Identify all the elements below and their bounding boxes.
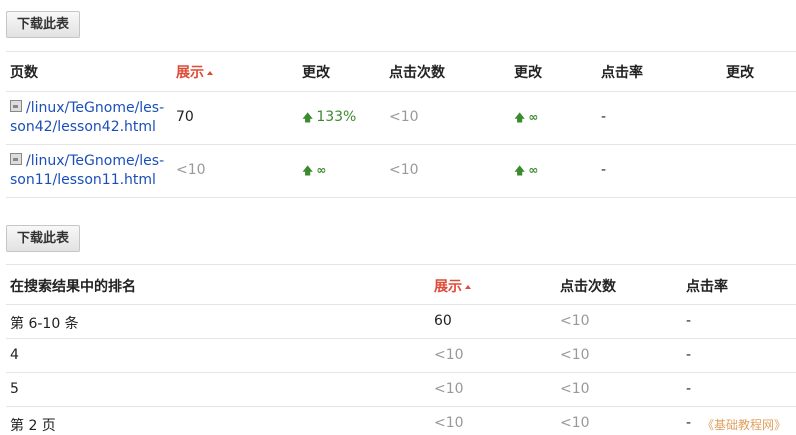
change-value: 🡅 ∞ [302,162,326,181]
clicks-value: <10 [560,313,590,329]
clicks-change-value: 🡅 ∞ [514,109,538,128]
divider [6,372,796,373]
rank-value: 4 [10,347,19,363]
header-impressions-sorted[interactable]: 展示 [176,62,213,82]
rank-value: 5 [10,381,19,397]
up-arrow-icon: 🡅 [514,164,526,177]
clicks-value: <10 [389,162,419,178]
watermark: 《基础教程网》 [701,418,786,432]
header-ctr[interactable]: 点击率 [686,276,728,296]
download-table-button[interactable]: 下载此表 [6,11,81,38]
header-pages[interactable]: 页数 [10,62,38,82]
change-value: 🡅 133% [302,109,356,128]
impressions-value: <10 [176,162,206,178]
table-row-url[interactable]: /linux/TeGnome/les- son11/lesson11.html [10,152,164,190]
page-icon [10,100,22,112]
ctr-value: - [686,347,692,363]
up-arrow-icon: 🡅 [302,111,314,124]
clicks-value: <10 [560,381,590,397]
clicks-value: <10 [560,347,590,363]
ctr-value: - [686,313,692,329]
table-row-url[interactable]: /linux/TeGnome/les- son42/lesson42.html [10,99,164,137]
clicks-change-value: 🡅 ∞ [514,162,538,181]
divider [6,406,796,407]
up-arrow-icon: 🡅 [514,111,526,124]
impressions-value: 70 [176,109,194,125]
ctr-value: - [686,381,692,397]
divider [6,264,796,265]
sort-asc-icon [465,285,471,289]
header-rank[interactable]: 在搜索结果中的排名 [10,276,136,296]
header-change-clicks[interactable]: 更改 [514,62,542,82]
ctr-value: - [601,109,607,125]
download-table-button[interactable]: 下载此表 [6,225,81,252]
page-link[interactable]: /linux/TeGnome/les- [26,100,164,116]
impressions-value: <10 [434,381,464,397]
impressions-value: 60 [434,313,452,329]
header-clicks[interactable]: 点击次数 [560,276,616,296]
page-link[interactable]: /linux/TeGnome/les- [26,153,164,169]
page-link[interactable]: son42/lesson42.html [10,119,156,135]
divider [6,144,796,145]
rank-value: 第 2 页 [10,418,56,434]
sort-asc-icon [207,71,213,75]
ctr-value: - [601,162,607,178]
divider [6,91,796,92]
page-link[interactable]: son11/lesson11.html [10,172,156,188]
header-change[interactable]: 更改 [302,62,330,82]
page-icon [10,153,22,165]
impressions-value: <10 [434,415,464,431]
clicks-value: <10 [560,415,590,431]
divider [6,197,796,198]
header-change-ctr[interactable]: 更改 [726,62,754,82]
divider [6,338,796,339]
ctr-value: - [686,415,692,431]
header-impressions-sorted[interactable]: 展示 [434,276,471,296]
header-ctr[interactable]: 点击率 [601,62,643,82]
up-arrow-icon: 🡅 [302,164,314,177]
rank-value: 第 6-10 条 [10,316,79,332]
clicks-value: <10 [389,109,419,125]
divider [6,304,796,305]
header-clicks[interactable]: 点击次数 [389,62,445,82]
divider [6,51,796,52]
impressions-value: <10 [434,347,464,363]
